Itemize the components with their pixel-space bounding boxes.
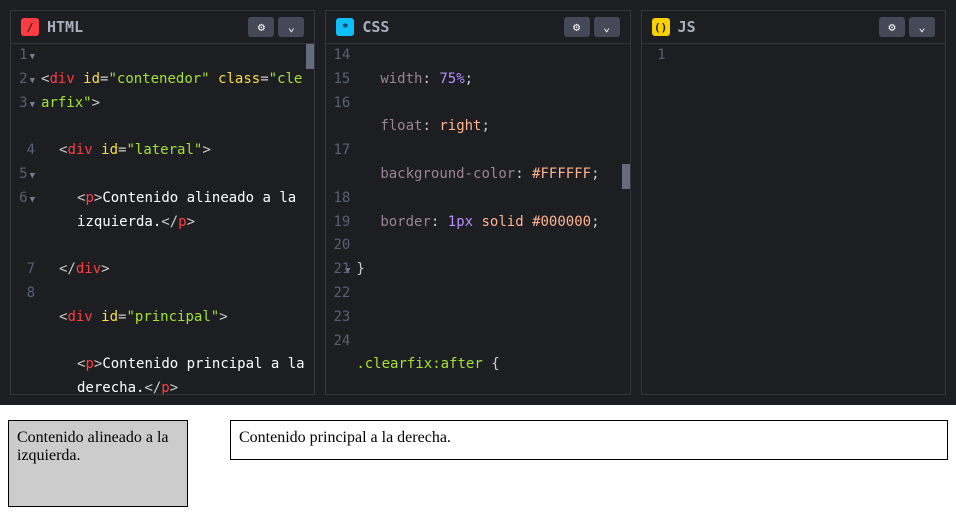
js-dropdown-button[interactable]: ⌄ <box>909 17 935 37</box>
js-panel: () JS ⚙ ⌄ 1 <box>641 10 946 395</box>
html-settings-button[interactable]: ⚙ <box>248 17 274 37</box>
chevron-down-icon: ⌄ <box>918 20 925 34</box>
editor-row: / HTML ⚙ ⌄ 1▼ 2▼ 3▼ 4 5▼ 6▼ 7 8 <div id=… <box>0 0 956 405</box>
preview-pane: Contenido alineado a la izquierda. Conte… <box>0 405 956 515</box>
gear-icon: ⚙ <box>888 20 895 34</box>
css-badge-icon: * <box>336 18 354 36</box>
html-scrollbar-thumb[interactable] <box>306 44 314 69</box>
js-gutter: 1 <box>642 44 672 394</box>
html-code-area[interactable]: 1▼ 2▼ 3▼ 4 5▼ 6▼ 7 8 <div id="contenedor… <box>11 44 314 394</box>
preview-principal-box: Contenido principal a la derecha. <box>230 420 948 460</box>
css-settings-button[interactable]: ⚙ <box>564 17 590 37</box>
js-code-area[interactable]: 1 <box>642 44 945 394</box>
js-title-wrap: () JS <box>652 18 696 36</box>
gear-icon: ⚙ <box>573 20 580 34</box>
css-panel: * CSS ⚙ ⌄ 14 15 16 17 18 19 20▼ 21 22 23… <box>325 10 630 395</box>
css-code[interactable]: width: 75%; float: right; background-col… <box>356 44 629 394</box>
js-panel-title: JS <box>678 18 696 36</box>
html-gutter: 1▼ 2▼ 3▼ 4 5▼ 6▼ 7 8 <box>11 44 41 394</box>
chevron-down-icon: ⌄ <box>288 20 295 34</box>
js-badge-icon: () <box>652 18 670 36</box>
css-code-area[interactable]: 14 15 16 17 18 19 20▼ 21 22 23 24 width:… <box>326 44 629 394</box>
html-panel-title: HTML <box>47 18 83 36</box>
html-panel-actions: ⚙ ⌄ <box>248 17 304 37</box>
chevron-down-icon: ⌄ <box>603 20 610 34</box>
html-panel-header: / HTML ⚙ ⌄ <box>11 11 314 44</box>
css-panel-header: * CSS ⚙ ⌄ <box>326 11 629 44</box>
html-badge-icon: / <box>21 18 39 36</box>
js-settings-button[interactable]: ⚙ <box>879 17 905 37</box>
css-scrollbar-thumb[interactable] <box>622 164 630 189</box>
html-title-wrap: / HTML <box>21 18 83 36</box>
css-gutter: 14 15 16 17 18 19 20▼ 21 22 23 24 <box>326 44 356 394</box>
css-panel-title: CSS <box>362 18 389 36</box>
html-code[interactable]: <div id="contenedor" class="clearfix"> <… <box>41 44 314 394</box>
html-panel: / HTML ⚙ ⌄ 1▼ 2▼ 3▼ 4 5▼ 6▼ 7 8 <div id=… <box>10 10 315 395</box>
js-panel-header: () JS ⚙ ⌄ <box>642 11 945 44</box>
preview-principal-text: Contenido principal a la derecha. <box>239 429 939 447</box>
css-panel-actions: ⚙ ⌄ <box>564 17 620 37</box>
preview-lateral-text: Contenido alineado a la izquierda. <box>17 429 179 465</box>
gear-icon: ⚙ <box>258 20 265 34</box>
css-dropdown-button[interactable]: ⌄ <box>594 17 620 37</box>
css-title-wrap: * CSS <box>336 18 389 36</box>
preview-lateral-box: Contenido alineado a la izquierda. <box>8 420 188 507</box>
html-dropdown-button[interactable]: ⌄ <box>278 17 304 37</box>
js-panel-actions: ⚙ ⌄ <box>879 17 935 37</box>
js-code[interactable] <box>672 44 945 394</box>
